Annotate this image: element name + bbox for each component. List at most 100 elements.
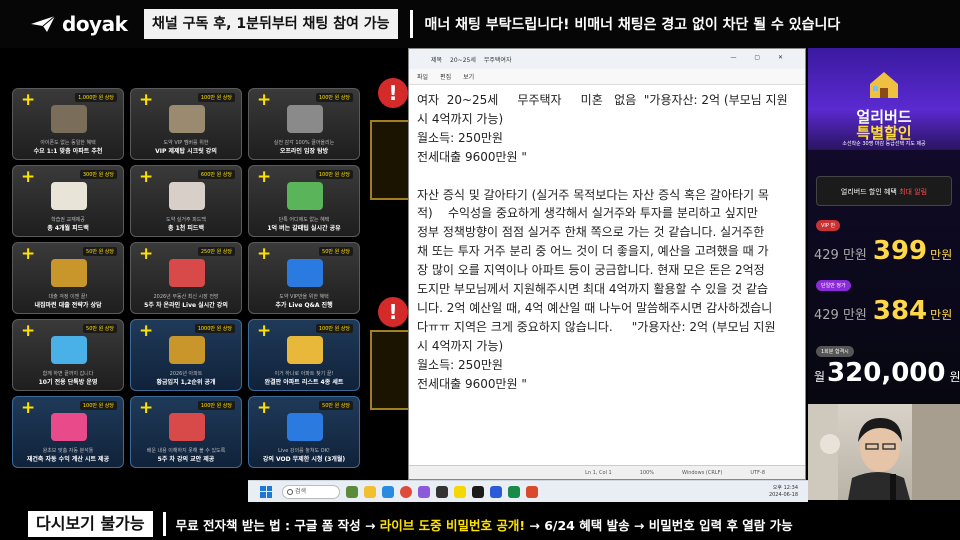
plus-icon: +	[21, 321, 36, 341]
windows-start-icon[interactable]	[260, 485, 272, 498]
benefit-card: +100만 원 상당 배운 내용 이해하지 못해 볼 수 있도록 5주 차 강의 교…	[130, 396, 242, 468]
card-caption: 도약 VIP만을 위한 혜택	[279, 294, 329, 300]
card-caption: 배운 내용 이해하지 못해 볼 수 있도록	[146, 448, 226, 454]
benefit-card: +250만 원 상당 2026년 부동산 최신 시장 전망 5주 차 온라인 Liv…	[130, 242, 242, 314]
card-title: 오프라인 임장 탐방	[279, 148, 329, 155]
card-title: 완결판 아파트 리스트 4종 세트	[264, 379, 344, 386]
card-title: VIP 제제탑 시크릿 강의	[155, 148, 217, 155]
tab-title[interactable]: 제목	[431, 55, 442, 64]
ticker-part-c: → 6/24 혜택 발송 → 비밀번호 입력 후 열람 가능	[525, 517, 793, 533]
tab-age[interactable]: 20~25세	[450, 55, 476, 64]
notepad-line: 도지만 부모님께서 지원해주시면 최대 4억까지 활용할 수 있을 것 같습	[417, 282, 769, 297]
tier3-tag: 1회분 합격시	[816, 346, 854, 357]
word-icon[interactable]	[490, 485, 502, 498]
card-illustration	[51, 182, 87, 210]
webcam-feed	[808, 404, 960, 500]
notepad-text-area[interactable]: 여자 20~25세 무주택자 미혼 없음 "가용자산: 2억 (부모님 지원 시 …	[417, 91, 801, 394]
powerpoint-icon[interactable]	[526, 485, 538, 498]
edge-icon[interactable]	[382, 485, 394, 498]
menu-file[interactable]: 파일	[417, 72, 428, 81]
card-caption: 대출 걱정 이젠 끝!	[48, 294, 88, 300]
notepad-line: 시 4억까지 가능)	[417, 111, 504, 126]
card-illustration	[169, 105, 205, 133]
card-illustration	[287, 259, 323, 287]
ebook-ticker: 무료 전자책 받는 법 : 구글 폼 작성 → 라이브 도중 비밀번호 공개! …	[176, 515, 793, 534]
tier3-amount: 320,000	[827, 358, 946, 388]
tab-active[interactable]: 무주택여자	[484, 55, 512, 64]
card-caption: 단톡 어디에도 없는 혜택	[278, 217, 330, 223]
window-controls[interactable]: — ▢ ✕	[730, 54, 791, 61]
app-icon[interactable]	[436, 485, 448, 498]
plus-icon: +	[139, 90, 154, 110]
notepad-line: 전세대출 9600만원 "	[417, 376, 527, 391]
notepad-line: 월소득: 250만원	[417, 130, 503, 145]
clock-time: 오후 12:34	[772, 484, 798, 491]
notepad-line: 적) 수익성을 중요하게 생각해서 실거주와 투자를 분리하고 싶지만	[417, 206, 758, 221]
streamer-avatar	[808, 404, 960, 500]
app-icon[interactable]	[418, 485, 430, 498]
card-caption: 아이폰도 없는 동일한 혜택	[40, 140, 96, 146]
card-illustration	[169, 413, 205, 441]
card-title: 내집마련 대출 전략가 상담	[34, 302, 102, 309]
card-illustration	[51, 259, 87, 287]
chrome-icon[interactable]	[400, 485, 412, 498]
notepad-line: 시 4억까지 가능)	[417, 338, 504, 353]
card-title: 1억 버는 갈때팁 실시간 공유	[267, 225, 341, 232]
paper-plane-icon	[31, 15, 56, 32]
plus-icon: +	[139, 244, 154, 264]
card-price: 100만 원 상당	[315, 170, 353, 179]
menu-edit[interactable]: 편집	[440, 72, 451, 81]
card-title: 재건축 자동 수익 계산 시트 제공	[26, 456, 110, 463]
benefit-card: +100만 원 상당 도약 VIP 멤버를 위한 VIP 제제탑 시크릿 강의	[130, 88, 242, 160]
card-title: 총 4개월 피드백	[47, 225, 89, 232]
excel-icon[interactable]	[508, 485, 520, 498]
taskbar-search[interactable]: 검색	[282, 484, 340, 499]
plus-icon: +	[257, 321, 272, 341]
folder-icon[interactable]	[364, 485, 376, 498]
bottom-banner: 다시보기 불가능 무료 전자책 받는 법 : 구글 폼 작성 → 라이브 도중 …	[0, 508, 960, 540]
app-icon[interactable]	[346, 485, 358, 498]
plus-icon: +	[139, 167, 154, 187]
benefit-card: +50만 원 상당 대출 걱정 이젠 끝! 내집마련 대출 전략가 상담	[12, 242, 124, 314]
benefit-card: +1,000만 원 상당 아이폰도 없는 동일한 혜택 수요 1:1 맞춤 아파트 …	[12, 88, 124, 160]
logo-text: doyak	[62, 12, 128, 36]
card-title: 황금입지 1,2순위 공개	[156, 379, 216, 386]
taskbar-clock[interactable]: 오후 12:34 2024-06-18	[769, 485, 798, 499]
plus-icon: +	[257, 167, 272, 187]
tier2-unit: 만원	[930, 308, 953, 322]
card-illustration	[51, 413, 87, 441]
card-caption: 학습권 교재제공	[51, 217, 85, 223]
menu-view[interactable]: 보기	[463, 72, 474, 81]
doyak-logo: doyak	[30, 12, 140, 36]
card-title: 강의 VOD 무제한 시청 (3개월)	[262, 456, 346, 463]
tier2-tag: 단일반 정가	[816, 280, 851, 291]
channel-notice: 채널 구독 후, 1분뒤부터 채팅 참여 가능	[144, 9, 398, 39]
benefit-card: +600만 원 상당 도약 실거주 피드백 총 1천 피드백	[130, 165, 242, 237]
card-illustration	[287, 413, 323, 441]
card-price: 100만 원 상당	[79, 401, 117, 410]
notepad-line: 장 많이 오를 지역이나 아파트 등이 궁금합니다. 현재 모은 돈은 2억정	[417, 263, 765, 278]
tier1-old-price: 429 만원	[814, 248, 867, 263]
tier3-unit: 원	[949, 370, 960, 384]
plus-icon: +	[257, 90, 272, 110]
status-zoom: 100%	[639, 469, 654, 476]
status-position: Ln 1, Col 1	[585, 469, 612, 476]
tier1-unit: 만원	[930, 248, 953, 262]
card-title: 10기 전용 단톡방 운영	[38, 379, 98, 386]
plus-icon: +	[139, 398, 154, 418]
card-price: 300만 원 상당	[79, 170, 117, 179]
notepad-menubar: 파일 편집 보기	[409, 69, 805, 85]
card-price: 100만 원 상당	[315, 93, 353, 102]
house-icon	[870, 72, 898, 98]
card-illustration	[169, 336, 205, 364]
kakaotalk-icon[interactable]	[454, 485, 466, 498]
benefit-card: +100만 원 상당실전 감각 100% 끌어올리는오프라인 임장 탐방	[248, 88, 360, 160]
replay-notice: 다시보기 불가능	[28, 511, 153, 537]
card-caption: 실전 감각 100% 끌어올리는	[273, 140, 335, 146]
status-encoding: UTF-8	[750, 469, 765, 476]
card-illustration	[287, 182, 323, 210]
card-caption: 2026년 아파트	[169, 371, 203, 377]
app-icon[interactable]	[472, 485, 484, 498]
notepad-line: 다ㅠㅠ 지역은 크게 중요하지 않습니다. "가용자산: 2억 (부모님 지원	[417, 319, 776, 334]
card-caption: 2026년 부동산 최신 시장 전망	[153, 294, 219, 300]
